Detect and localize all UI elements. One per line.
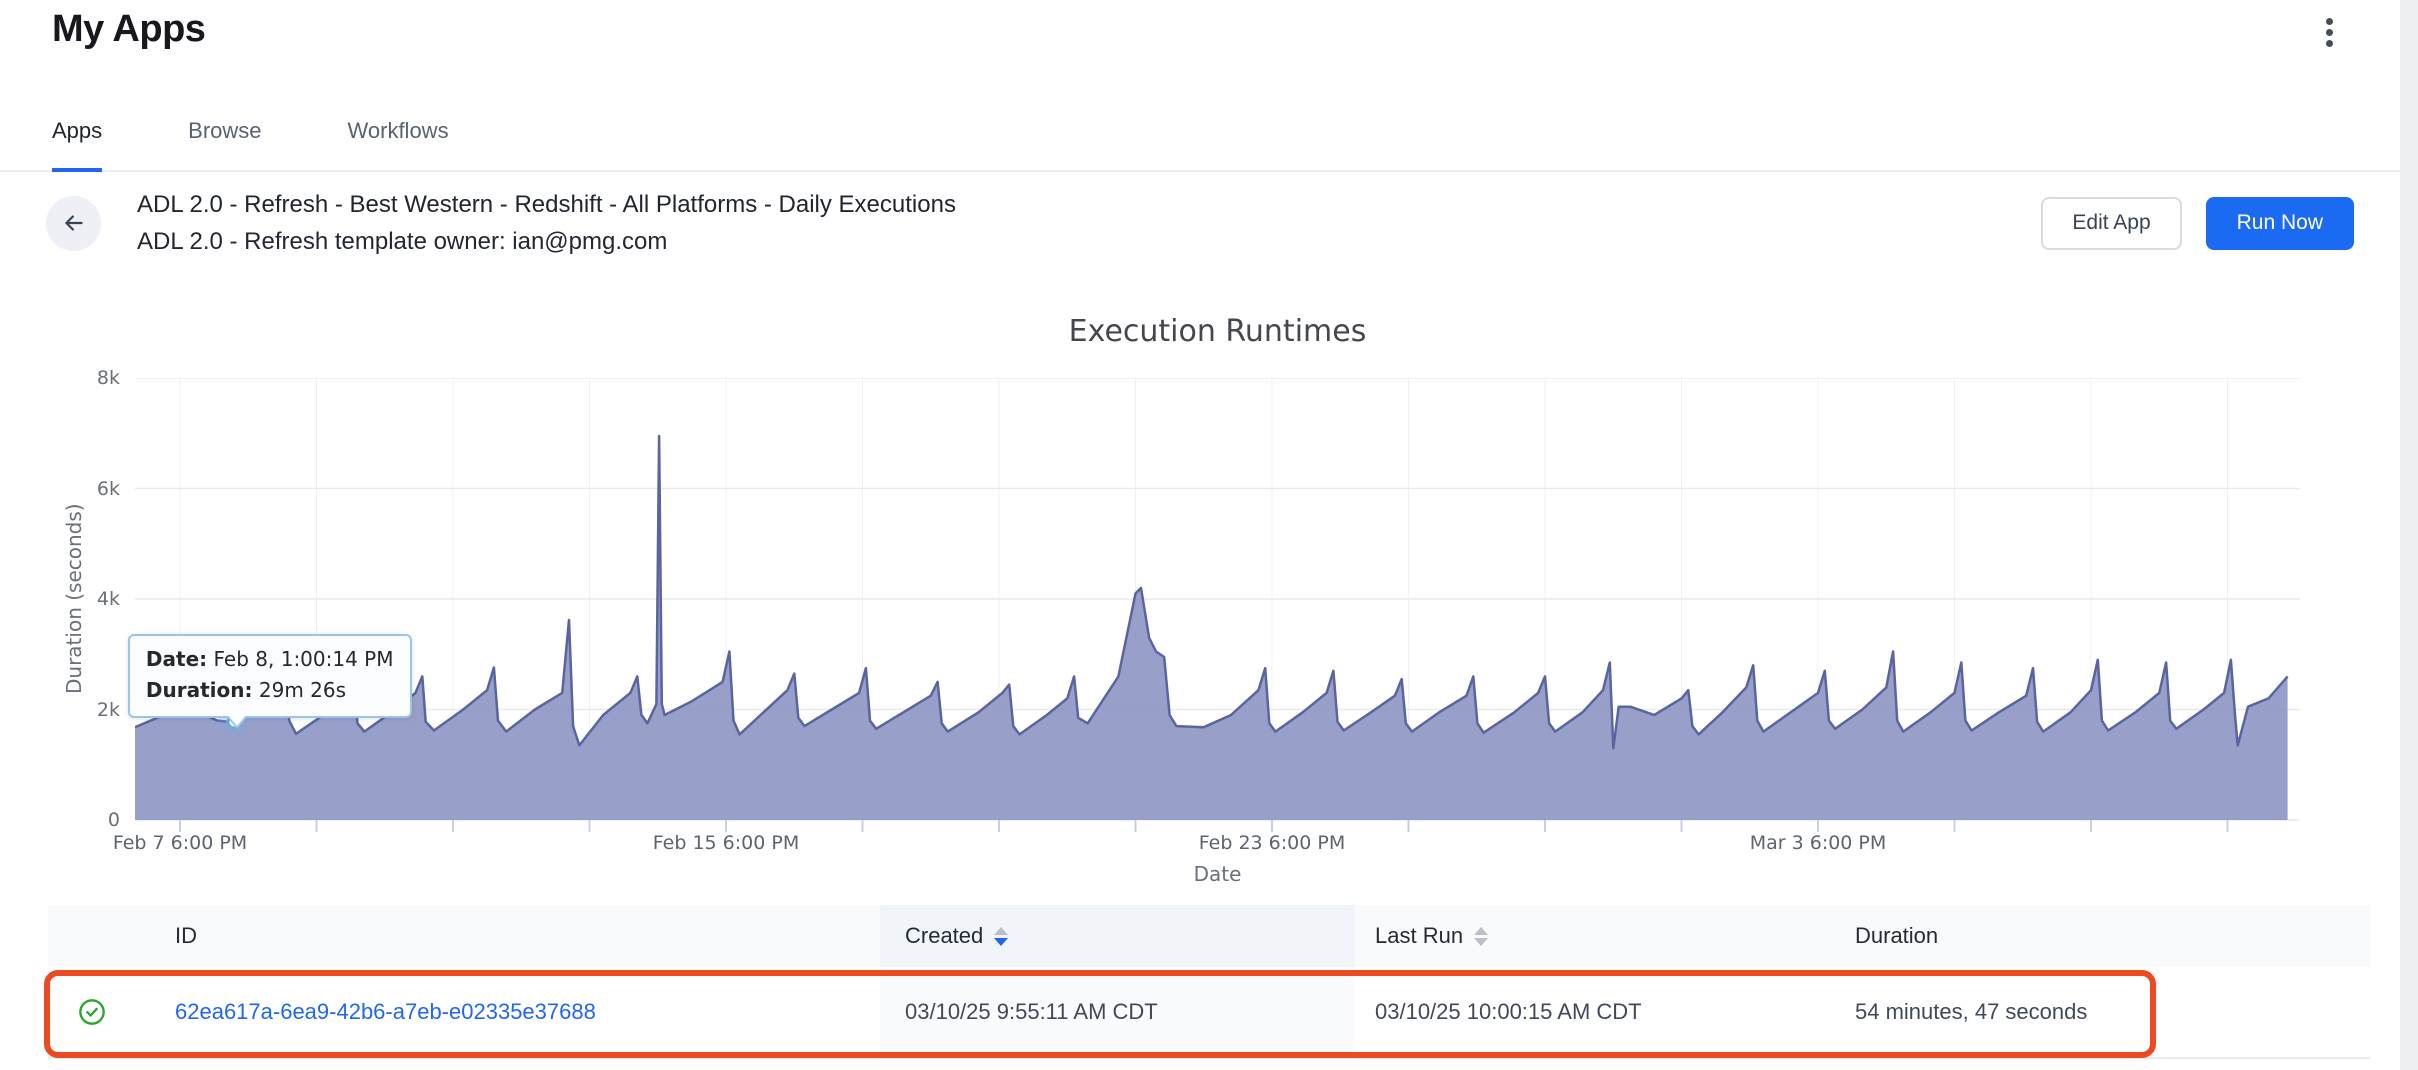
app-title: ADL 2.0 - Refresh - Best Western - Redsh…	[137, 186, 2041, 223]
tooltip-date-line: Date: Feb 8, 1:00:14 PM	[146, 644, 394, 675]
success-check-icon	[78, 998, 106, 1026]
tab-workflows[interactable]: Workflows	[348, 104, 449, 170]
back-button[interactable]	[46, 196, 101, 251]
kebab-menu-icon[interactable]	[2316, 10, 2343, 55]
column-header-duration[interactable]: Duration	[1835, 905, 2370, 967]
y-axis-title: Duration (seconds)	[60, 378, 88, 820]
column-header-id[interactable]: ID	[48, 905, 880, 967]
column-header-created[interactable]: Created	[880, 905, 1355, 967]
chart-canvas	[135, 378, 2300, 834]
edit-app-button[interactable]: Edit App	[2041, 197, 2181, 250]
execution-id-link[interactable]: 62ea617a-6ea9-42b6-a7eb-e02335e37688	[175, 999, 596, 1025]
chart-title: Execution Runtimes	[135, 314, 2300, 349]
executions-table: ID Created Last Run Duration 62ea617a-6e…	[48, 905, 2370, 1059]
app-subtitle: ADL 2.0 - Refresh template owner: ian@pm…	[137, 223, 2041, 260]
table-header-row: ID Created Last Run Duration	[48, 905, 2370, 967]
tab-browse[interactable]: Browse	[188, 104, 261, 170]
cell-duration: 54 minutes, 47 seconds	[1835, 967, 2370, 1057]
column-header-last-run[interactable]: Last Run	[1355, 905, 1835, 967]
page: My Apps Apps Browse Workflows ADL 2.0 - …	[0, 0, 2418, 1070]
page-title: My Apps	[52, 8, 205, 51]
arrow-left-icon	[61, 210, 87, 236]
run-now-button[interactable]: Run Now	[2206, 197, 2354, 250]
tooltip-duration-line: Duration: 29m 26s	[146, 675, 394, 706]
table-row[interactable]: 62ea617a-6ea9-42b6-a7eb-e02335e37688 03/…	[48, 967, 2370, 1059]
app-titles: ADL 2.0 - Refresh - Best Western - Redsh…	[137, 186, 2041, 260]
chart-tooltip: Date: Feb 8, 1:00:14 PM Duration: 29m 26…	[128, 634, 412, 718]
cell-last-run: 03/10/25 10:00:15 AM CDT	[1355, 967, 1835, 1057]
tab-apps[interactable]: Apps	[52, 104, 102, 170]
x-axis-title: Date	[135, 862, 2300, 886]
app-header: ADL 2.0 - Refresh - Best Western - Redsh…	[46, 186, 2354, 260]
execution-runtimes-chart[interactable]: 02k4k6k8k Feb 7 6:00 PMFeb 15 6:00 PMFeb…	[135, 378, 2300, 820]
scrollbar[interactable]	[2400, 0, 2418, 1070]
cell-created: 03/10/25 9:55:11 AM CDT	[880, 967, 1355, 1057]
tab-bar: Apps Browse Workflows	[0, 104, 2400, 172]
